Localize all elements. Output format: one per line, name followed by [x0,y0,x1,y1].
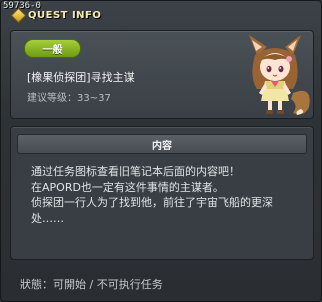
quest-info-window: 59736-0 QUEST INFO 一般 [橡果侦探团]寻找主谋 建议等级：3… [0,0,322,302]
description-line: 处…… [31,211,64,225]
content-section-header: 内容 [17,134,307,154]
quest-content-panel: 内容 通过任务图标查看旧笔记本后面的内容吧！ 在APORD也一定有这件事情的主谋… [10,126,314,260]
quest-name: [橡果侦探团]寻找主谋 [27,71,135,84]
description-line: 通过任务图标查看旧笔记本后面的内容吧！ [31,165,240,178]
window-title: QUEST INFO [28,10,102,21]
npc-portrait-icon [249,35,310,115]
window-title-bar[interactable]: QUEST INFO [10,7,102,24]
quest-type-badge: 一般 [24,39,81,58]
description-line: 在APORD也一定有这件事情的主谋者。 [31,180,224,194]
gold-diamond-icon [10,7,27,24]
description-line: 侦探团一行人为了找到他，前往了宇宙飞船的更深 [31,196,273,209]
recommended-level: 建议等级：33~37 [27,93,111,104]
quest-status: 狀態：可開始 / 不可执行任务 [20,278,163,291]
quest-summary-panel: 一般 [橡果侦探团]寻找主谋 建议等级：33~37 [10,30,314,119]
quest-description: 通过任务图标查看旧笔记本后面的内容吧！ 在APORD也一定有这件事情的主谋者。 … [31,164,311,226]
